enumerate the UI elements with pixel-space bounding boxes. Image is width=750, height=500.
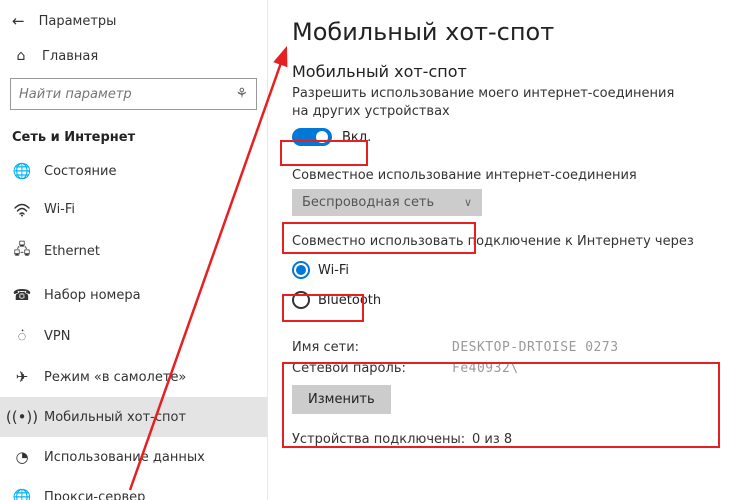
wifi-icon	[12, 203, 32, 217]
sidebar-home[interactable]: ⌂ Главная	[0, 40, 267, 72]
sidebar-item-label: Прокси-сервер	[44, 490, 145, 500]
sidebar-item-wifi[interactable]: Wi-Fi	[0, 191, 267, 228]
network-password-value: Fe40932\	[452, 361, 519, 376]
airplane-icon: ✈	[12, 368, 32, 386]
radio-icon	[292, 291, 310, 309]
sidebar-item-label: Набор номера	[44, 288, 141, 303]
sidebar-item-label: Режим «в самолете»	[44, 370, 186, 385]
radio-icon	[292, 261, 310, 279]
content-area: Мобильный хот-спот Мобильный хот-спот Ра…	[268, 0, 750, 500]
network-name-value: DESKTOP-DRTOISE 0273	[452, 340, 619, 355]
sidebar-home-label: Главная	[42, 49, 98, 64]
hotspot-description: Разрешить использование моего интернет-с…	[292, 85, 692, 120]
home-icon: ⌂	[12, 48, 30, 64]
sidebar-item-ethernet[interactable]: 🖧 Ethernet	[0, 228, 267, 275]
dialup-icon: ☎	[12, 286, 32, 304]
network-name-row: Имя сети: DESKTOP-DRTOISE 0273	[292, 337, 726, 358]
radio-wifi[interactable]: Wi-Fi	[292, 255, 726, 285]
page-title: Мобильный хот-спот	[292, 18, 726, 46]
hotspot-toggle-row: Вкл.	[292, 128, 726, 146]
chevron-down-icon: ∨	[464, 196, 472, 209]
search-container: ⚘	[0, 72, 267, 120]
network-password-row: Сетевой пароль: Fe40932\	[292, 358, 726, 379]
devices-connected-row: Устройства подключены: 0 из 8	[292, 432, 726, 447]
proxy-icon: 🌐	[12, 488, 32, 500]
search-input[interactable]	[19, 87, 235, 102]
sidebar-item-label: Состояние	[44, 164, 116, 179]
sidebar-item-data-usage[interactable]: ◔ Использование данных	[0, 437, 267, 477]
sidebar-item-status[interactable]: 🌐 Состояние	[0, 151, 267, 191]
search-icon: ⚘	[235, 86, 248, 102]
hotspot-subtitle: Мобильный хот-спот	[292, 62, 726, 81]
radio-label: Bluetooth	[318, 293, 381, 308]
network-password-label: Сетевой пароль:	[292, 361, 452, 376]
sidebar-item-hotspot[interactable]: ((•)) Мобильный хот-спот	[0, 397, 267, 437]
sidebar-nav: 🌐 Состояние Wi-Fi 🖧 Ethernet ☎ Набор ном…	[0, 151, 267, 500]
ethernet-icon: 🖧	[12, 239, 32, 264]
network-info-block: Имя сети: DESKTOP-DRTOISE 0273 Сетевой п…	[292, 329, 726, 418]
change-button[interactable]: Изменить	[292, 385, 391, 414]
devices-connected-label: Устройства подключены:	[292, 432, 472, 447]
hotspot-icon: ((•))	[12, 408, 32, 426]
vpn-icon: ं	[12, 326, 32, 346]
share-via-radio-group: Wi-Fi Bluetooth	[292, 255, 726, 315]
sidebar-item-vpn[interactable]: ं VPN	[0, 315, 267, 357]
back-arrow-icon[interactable]: ←	[12, 12, 25, 30]
sidebar-item-dialup[interactable]: ☎ Набор номера	[0, 275, 267, 315]
sidebar-item-label: Wi-Fi	[44, 202, 75, 217]
hotspot-toggle[interactable]	[292, 128, 332, 146]
devices-connected-value: 0 из 8	[472, 432, 512, 447]
sidebar-section-title: Сеть и Интернет	[0, 120, 267, 151]
share-connection-select[interactable]: Беспроводная сеть ∨	[292, 189, 482, 216]
toggle-knob	[316, 131, 328, 143]
sidebar-item-proxy[interactable]: 🌐 Прокси-сервер	[0, 477, 267, 500]
radio-bluetooth[interactable]: Bluetooth	[292, 285, 726, 315]
search-box[interactable]: ⚘	[10, 78, 257, 110]
radio-label: Wi-Fi	[318, 263, 349, 278]
select-value: Беспроводная сеть	[302, 195, 434, 210]
sidebar-item-label: Использование данных	[44, 450, 205, 465]
sidebar-item-airplane[interactable]: ✈ Режим «в самолете»	[0, 357, 267, 397]
network-name-label: Имя сети:	[292, 340, 452, 355]
sidebar-item-label: Ethernet	[44, 244, 100, 259]
status-icon: 🌐	[12, 162, 32, 180]
sidebar-item-label: Мобильный хот-спот	[44, 410, 186, 425]
sidebar-item-label: VPN	[44, 329, 70, 344]
hotspot-toggle-label: Вкл.	[342, 130, 371, 145]
window-title: Параметры	[39, 14, 117, 29]
share-connection-label: Совместное использование интернет-соедин…	[292, 168, 726, 183]
share-via-label: Совместно использовать подключение к Инт…	[292, 234, 726, 249]
sidebar: ← Параметры ⌂ Главная ⚘ Сеть и Интернет …	[0, 0, 268, 500]
titlebar: ← Параметры	[0, 8, 267, 40]
data-usage-icon: ◔	[12, 448, 32, 466]
